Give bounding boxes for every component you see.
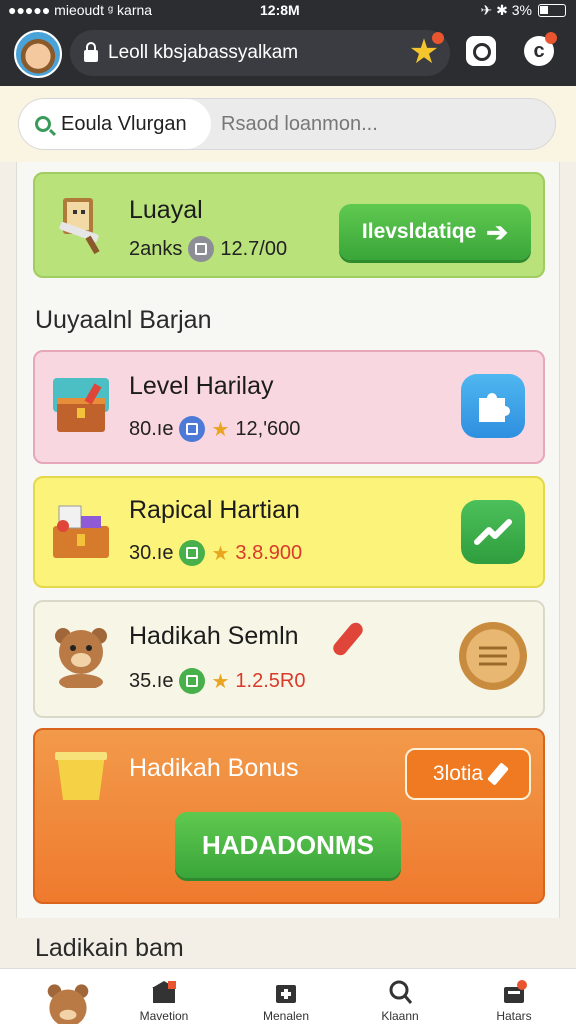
profile-c-icon[interactable]: c [524, 32, 557, 66]
item-action-button[interactable] [459, 622, 527, 690]
tab-bar: Mavetion Menalen Klaann Hatars [0, 968, 576, 1024]
item-value: 1.2.5R0 [235, 669, 306, 692]
notification-dot [545, 32, 557, 44]
star-icon: ★ [211, 542, 230, 565]
item-sub-label: 30.ıe [129, 541, 174, 564]
bucket-icon [55, 752, 107, 800]
tab-search[interactable]: Klaann [352, 969, 448, 1024]
search-input[interactable]: Rsaod loanmon... [221, 113, 378, 136]
section-heading: Uuyaalnl Barjan [35, 306, 212, 334]
coin-icon [179, 668, 206, 694]
url-bar[interactable]: Leoll kbsjabassyalkam [70, 30, 450, 76]
pencil-icon [487, 762, 509, 786]
coin-icon [179, 416, 206, 442]
tab-profile[interactable] [20, 969, 116, 1024]
search-pill-label: Eoula Vlurgan [61, 112, 187, 135]
coin-icon [179, 540, 206, 566]
status-indicators: ✈ ✱ 3% [480, 2, 532, 18]
bag-plus-icon [276, 985, 296, 1003]
bonus-title: Hadikah Bonus [129, 754, 299, 782]
coin-icon [188, 236, 215, 262]
search-area: Eoula Vlurgan Rsaod loanmon... [0, 86, 576, 162]
search-icon [35, 116, 51, 132]
item-title: Rapical Hartian [129, 496, 300, 524]
bear-avatar-icon [47, 984, 89, 1024]
bear-icon [55, 628, 107, 688]
tab-label: Mavetion [139, 1009, 189, 1023]
star-icon: ★ [211, 418, 230, 441]
notification-dot [432, 32, 444, 44]
featured-action-button[interactable]: Ilevsldatiqe ➔ [339, 204, 531, 260]
tab-label: Klaann [381, 1009, 419, 1023]
url-text: Leoll kbsjabassyalkam [108, 42, 299, 63]
bonus-tag-label: 3lotia [432, 762, 484, 785]
bonus-button-label: HADADONMS [202, 829, 374, 860]
list-item[interactable]: Hadikah Semln 35.ıe ★ 1.2.5R0 [33, 600, 545, 718]
status-bar: ●●●●● mieoudt ᵍ karna 12:8M ✈ ✱ 3% [0, 0, 576, 22]
featured-meta: 2anks 12.7/00 [129, 236, 287, 262]
item-title: Level Harilay [129, 372, 274, 400]
browser-bar: Leoll kbsjabassyalkam ★ c [0, 22, 576, 86]
inbox-icon [504, 980, 527, 1003]
star-icon: ★ [211, 670, 230, 693]
featured-button-label: Ilevsldatiqe [361, 220, 477, 243]
footer-heading: Ladikain bam [35, 934, 184, 962]
shop-icon [152, 981, 176, 1003]
gift-box-icon [53, 505, 109, 558]
lock-icon [84, 41, 98, 62]
item-meta: 30.ıe ★ 3.8.900 [129, 540, 302, 566]
menu-lines-icon [479, 646, 507, 666]
treasure-chest-icon [53, 378, 109, 432]
item-meta: 35.ıe ★ 1.2.5R0 [129, 668, 305, 694]
tab-label: Menalen [262, 1009, 310, 1023]
search-bar[interactable]: Eoula Vlurgan Rsaod loanmon... [18, 98, 556, 150]
item-value: 12,ʹ600 [235, 417, 301, 440]
trend-up-icon [474, 519, 512, 545]
main-content: Luayal 2anks 12.7/00 Ilevsldatiqe ➔ Uuya… [16, 162, 560, 962]
status-right: ✈ ✱ 3% [481, 2, 566, 19]
item-meta: 80.ıe ★ 12,ʹ600 [129, 416, 300, 442]
camera-icon[interactable] [466, 36, 496, 66]
clock: 12:8M [260, 2, 300, 18]
chili-icon [330, 619, 366, 659]
item-action-button[interactable] [461, 500, 525, 564]
item-value: 3.8.900 [235, 541, 303, 564]
item-sub-label: 35.ıe [129, 669, 174, 692]
book-icon [59, 198, 100, 255]
list-item[interactable]: Rapical Hartian 30.ıe ★ 3.8.900 [33, 476, 545, 588]
arrow-right-icon: ➔ [486, 216, 509, 247]
item-sub-label: 80.ıe [129, 417, 174, 440]
featured-sub-label: 2anks [129, 237, 183, 260]
bonus-action-button[interactable]: HADADONMS [175, 812, 401, 878]
tab-motivation[interactable]: Mavetion [116, 969, 212, 1024]
item-action-button[interactable] [461, 374, 525, 438]
avatar[interactable] [14, 30, 62, 78]
featured-value: 12.7/00 [220, 237, 288, 260]
search-pill[interactable]: Eoula Vlurgan [19, 99, 211, 149]
carrier-label: ●●●●● mieoudt ᵍ karna [8, 2, 153, 18]
puzzle-icon [479, 393, 510, 422]
featured-card[interactable]: Luayal 2anks 12.7/00 Ilevsldatiqe ➔ [33, 172, 545, 278]
featured-title: Luayal [129, 196, 203, 224]
bonus-tag-button[interactable]: 3lotia [405, 748, 531, 800]
search-icon [389, 980, 413, 1004]
bonus-card[interactable]: Hadikah Bonus 3lotia HADADONMS [33, 728, 545, 904]
star-icon[interactable]: ★ [406, 32, 444, 70]
item-title: Hadikah Semln [129, 622, 299, 650]
battery-icon [538, 4, 566, 17]
list-item[interactable]: Level Harilay 80.ıe ★ 12,ʹ600 [33, 350, 545, 464]
tab-menalen[interactable]: Menalen [238, 969, 334, 1024]
tab-label: Hatars [496, 1009, 532, 1023]
tab-hatars[interactable]: Hatars [466, 969, 562, 1024]
